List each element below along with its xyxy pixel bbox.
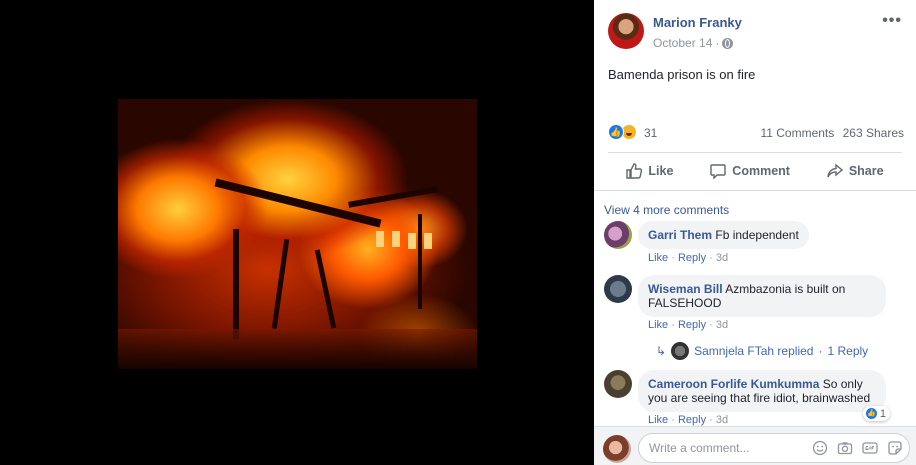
comment-reply-link[interactable]: Reply	[678, 252, 706, 264]
meta-separator: ·	[671, 319, 675, 331]
comment-meta: Like · Reply · 3d	[648, 319, 728, 331]
comments-count[interactable]: 11 Comments	[760, 126, 834, 140]
reactions-row: 👍 31 11 Comments 263 Shares	[608, 124, 904, 142]
meta-separator: ·	[818, 344, 823, 358]
comment-time[interactable]: 3d	[716, 319, 728, 331]
meta-separator: ·	[715, 36, 720, 50]
sticker-icon[interactable]	[887, 440, 903, 456]
post-beam	[314, 249, 337, 329]
divider	[608, 152, 902, 153]
comment-text-cont: FALSEHOOD	[648, 296, 722, 310]
commenter-name[interactable]: Wiseman Bill	[648, 282, 723, 296]
commenter-avatar[interactable]	[604, 370, 632, 398]
comment-bubble: Cameroon Forlife Kumkumma So only you ar…	[638, 370, 886, 412]
post-beam	[271, 239, 290, 329]
reaction-icons[interactable]: 👍	[608, 124, 637, 140]
lit-window	[376, 231, 384, 247]
comment-reply-link[interactable]: Reply	[678, 414, 706, 426]
share-icon	[827, 163, 843, 178]
thumbs-up-icon	[626, 163, 643, 179]
fire-photo[interactable]	[118, 99, 477, 369]
emoji-icon[interactable]	[812, 440, 828, 456]
comment-box	[638, 433, 910, 463]
comment-time[interactable]: 3d	[716, 252, 728, 264]
ground	[118, 329, 477, 369]
like-button[interactable]: Like	[626, 163, 673, 179]
comment-like-link[interactable]: Like	[648, 414, 668, 426]
meta-separator: ·	[709, 319, 713, 331]
replier-avatar	[671, 342, 690, 360]
meta-separator: ·	[671, 414, 675, 426]
shares-count[interactable]: 263 Shares	[843, 126, 904, 140]
comment-text: So only	[822, 377, 863, 391]
reaction-count[interactable]: 31	[644, 126, 657, 140]
comment-reaction-count: 1	[879, 407, 886, 420]
post-text: Bamenda prison is on fire	[608, 67, 756, 82]
comment-button[interactable]: Comment	[710, 163, 790, 179]
comment-like-link[interactable]: Like	[648, 319, 668, 331]
meta-separator: ·	[671, 252, 675, 264]
author-avatar[interactable]	[608, 13, 644, 49]
engagement-counts: 11 Comments 263 Shares	[755, 126, 904, 140]
lit-window	[424, 233, 432, 249]
comment-like-link[interactable]: Like	[648, 252, 668, 264]
like-reaction-icon: 👍	[608, 124, 624, 140]
comment-meta: Like · Reply · 3d	[648, 252, 728, 264]
like-label: Like	[648, 164, 674, 178]
share-label: Share	[848, 164, 884, 178]
photo-viewer	[0, 0, 594, 465]
post-header: Marion Franky October 14 ·	[608, 13, 908, 53]
like-reaction-icon: 👍	[864, 407, 878, 420]
comments-section: View 4 more comments Garri Them Fb indep…	[594, 190, 916, 426]
comment-composer	[594, 426, 916, 465]
comment-text: Fb independent	[715, 228, 799, 242]
comment-label: Comment	[732, 164, 790, 178]
reply-arrow-icon: ↳	[656, 344, 667, 358]
comment-icon	[710, 164, 726, 179]
share-button[interactable]: Share	[827, 163, 884, 179]
globe-icon[interactable]	[722, 37, 734, 49]
commenter-name[interactable]: Cameroon Forlife Kumkumma	[648, 377, 819, 391]
meta-separator: ·	[709, 252, 713, 264]
meta-separator: ·	[709, 414, 713, 426]
post-beam	[418, 214, 422, 309]
more-options-icon[interactable]: •••	[882, 13, 902, 29]
comment-reaction-badge[interactable]: 👍 1	[862, 406, 890, 421]
comment-reply-link[interactable]: Reply	[678, 319, 706, 331]
comment-text-cont: you are seeing that fire idiot, brainwas…	[648, 391, 871, 405]
commenter-avatar[interactable]	[604, 275, 632, 303]
reply-count: 1 Reply	[827, 344, 869, 358]
comment-time[interactable]: 3d	[716, 414, 728, 426]
commenter-avatar[interactable]	[604, 221, 632, 249]
replies-link[interactable]: ↳ Samnjela FTah replied · 1 Reply	[656, 342, 868, 360]
post-date[interactable]: October 14	[653, 36, 712, 50]
view-more-comments-link[interactable]: View 4 more comments	[604, 203, 729, 217]
gif-icon[interactable]	[862, 440, 878, 456]
commenter-name[interactable]: Garri Them	[648, 228, 712, 242]
author-name[interactable]: Marion Franky	[653, 15, 742, 30]
lit-window	[392, 231, 400, 247]
comment-input[interactable]	[649, 441, 799, 455]
replier-text: Samnjela FTah replied	[694, 344, 814, 358]
post-meta: October 14 ·	[653, 36, 734, 50]
action-bar: Like Comment Share	[608, 154, 902, 188]
comment-bubble: Wiseman Bill Azmbazonia is built on FALS…	[638, 275, 886, 317]
user-avatar	[603, 435, 631, 463]
comment-meta: Like · Reply · 3d	[648, 414, 728, 426]
post-panel: Marion Franky October 14 · ••• Bamenda p…	[594, 0, 916, 465]
comment-text: Azmbazonia is built on	[725, 282, 846, 296]
comment-bubble: Garri Them Fb independent	[638, 221, 809, 249]
roof-beam	[348, 186, 438, 208]
lit-window	[408, 233, 416, 249]
composer-icons	[812, 440, 903, 456]
post-beam	[233, 229, 239, 339]
camera-icon[interactable]	[837, 440, 853, 456]
